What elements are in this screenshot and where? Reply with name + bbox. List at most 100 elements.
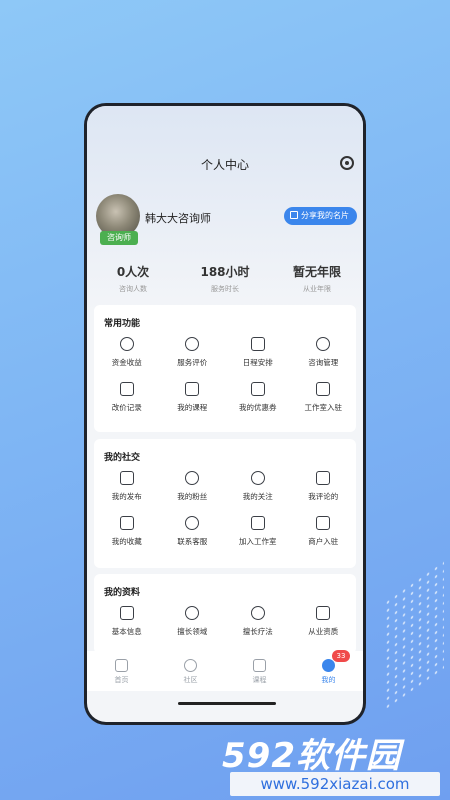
my-profile-card: 我的资料 基本信息 擅长领域 擅长疗法 从业资质	[94, 574, 356, 654]
menu-item-merchant-join[interactable]: 商户入驻	[291, 514, 357, 559]
phone-frame: 个人中心 咨询师 韩大大咨询师 分享我的名片 0人次 咨询人数 188小时 服务…	[84, 103, 366, 725]
menu-item-label: 擅长领域	[177, 627, 208, 636]
heart-icon	[250, 471, 265, 485]
stat-experience-years: 暂无年限 从业年限	[271, 263, 363, 294]
briefcase-icon	[250, 516, 265, 530]
course-icon	[253, 659, 266, 672]
menu-item-studio-join[interactable]: 工作室入驻	[291, 380, 357, 425]
house-icon	[316, 382, 331, 396]
tab-label: 首页	[114, 676, 129, 684]
pill-icon	[250, 606, 265, 620]
menu-item-label: 我的关注	[242, 492, 273, 501]
headset-icon	[185, 516, 200, 530]
menu-item-schedule[interactable]: 日程安排	[225, 335, 291, 380]
menu-item-label: 加入工作室	[239, 537, 277, 546]
menu-item-label: 我的发布	[111, 492, 142, 501]
menu-item-label: 从业资质	[308, 627, 339, 636]
book-icon	[185, 382, 200, 396]
notification-badge: 33	[332, 650, 350, 662]
menu-item-price-records[interactable]: 改价记录	[94, 380, 160, 425]
stats-row: 0人次 咨询人数 188小时 服务时长 暂无年限 从业年限	[87, 263, 363, 294]
menu-item-label: 咨询管理	[308, 358, 339, 367]
decorative-dots	[384, 558, 444, 712]
menu-item-basic-info[interactable]: 基本信息	[94, 604, 160, 649]
share-card-button[interactable]: 分享我的名片	[284, 207, 357, 225]
menu-item-earnings[interactable]: 资金收益	[94, 335, 160, 380]
bottom-tab-bar: 首页 社区 课程 我的 33	[87, 650, 363, 691]
menu-item-therapies[interactable]: 擅长疗法	[225, 604, 291, 649]
menu-item-label: 我的课程	[177, 403, 208, 412]
menu-item-service-review[interactable]: 服务评价	[160, 335, 226, 380]
tab-label: 社区	[183, 676, 198, 684]
site-watermark: 592软件园 www.592xiazai.com	[222, 728, 450, 800]
menu-item-consult-manage[interactable]: 咨询管理	[291, 335, 357, 380]
menu-item-expertise[interactable]: 擅长领域	[160, 604, 226, 649]
flower-icon	[185, 337, 200, 351]
share-card-label: 分享我的名片	[301, 211, 349, 220]
section-title: 我的社交	[104, 453, 141, 463]
trophy-icon	[185, 606, 200, 620]
calendar-icon	[250, 337, 265, 351]
menu-item-my-favorites[interactable]: 我的收藏	[94, 514, 160, 559]
stat-service-hours: 188小时 服务时长	[179, 263, 271, 294]
menu-item-qualifications[interactable]: 从业资质	[291, 604, 357, 649]
menu-item-my-follows[interactable]: 我的关注	[225, 469, 291, 514]
menu-item-my-courses[interactable]: 我的课程	[160, 380, 226, 425]
menu-item-label: 我评论的	[308, 492, 339, 501]
tab-home[interactable]: 首页	[87, 651, 156, 691]
menu-item-join-studio[interactable]: 加入工作室	[225, 514, 291, 559]
menu-item-label: 改价记录	[111, 403, 142, 412]
tab-label: 我的	[321, 676, 336, 684]
menu-item-label: 基本信息	[111, 627, 142, 636]
send-icon	[119, 471, 134, 485]
share-card-icon	[290, 211, 298, 219]
watermark-url: www.592xiazai.com	[230, 772, 440, 796]
tab-courses[interactable]: 课程	[225, 651, 294, 691]
menu-item-label: 我的收藏	[111, 537, 142, 546]
menu-item-label: 我的优惠券	[239, 403, 277, 412]
tab-label: 课程	[252, 676, 267, 684]
menu-item-customer-service[interactable]: 联系客服	[160, 514, 226, 559]
comment-icon	[316, 471, 331, 485]
menu-item-label: 擅长疗法	[242, 627, 273, 636]
stat-label: 咨询人数	[119, 285, 147, 293]
stat-label: 从业年限	[303, 285, 331, 293]
user-icon	[185, 471, 200, 485]
common-functions-card: 常用功能 资金收益 服务评价 日程安排 咨询管理 改价记录 我的课程 我的优惠券…	[94, 305, 356, 432]
menu-item-label: 我的粉丝	[177, 492, 208, 501]
menu-item-label: 日程安排	[242, 358, 273, 367]
menu-item-label: 商户入驻	[308, 537, 339, 546]
store-icon	[316, 516, 331, 530]
home-indicator	[178, 702, 276, 705]
stat-value: 188小时	[200, 265, 250, 279]
section-title: 常用功能	[104, 319, 141, 329]
app-screen: 个人中心 咨询师 韩大大咨询师 分享我的名片 0人次 咨询人数 188小时 服务…	[87, 106, 363, 722]
profile-icon	[322, 659, 335, 672]
chat-search-icon	[316, 337, 331, 351]
menu-item-my-coupons[interactable]: 我的优惠券	[225, 380, 291, 425]
tab-community[interactable]: 社区	[156, 651, 225, 691]
menu-item-label: 工作室入驻	[304, 403, 343, 412]
folder-icon	[119, 516, 134, 530]
settings-gear-icon[interactable]	[340, 156, 354, 170]
id-card-icon	[119, 606, 134, 620]
menu-item-my-fans[interactable]: 我的粉丝	[160, 469, 226, 514]
coupon-icon	[250, 382, 265, 396]
tab-mine[interactable]: 我的 33	[294, 650, 363, 691]
planet-icon	[184, 659, 197, 672]
stat-label: 服务时长	[211, 285, 239, 293]
menu-item-my-posts[interactable]: 我的发布	[94, 469, 160, 514]
watermark-logo: 592软件园	[222, 736, 401, 776]
stat-consult-count: 0人次 咨询人数	[87, 263, 179, 294]
coin-icon	[119, 337, 134, 351]
page-title: 个人中心	[200, 158, 249, 172]
menu-item-my-comments[interactable]: 我评论的	[291, 469, 357, 514]
my-social-card: 我的社交 我的发布 我的粉丝 我的关注 我评论的 我的收藏 联系客服 加入工作室…	[94, 439, 356, 568]
stat-value: 暂无年限	[292, 265, 341, 279]
certificate-icon	[316, 606, 331, 620]
role-badge: 咨询师	[100, 231, 138, 245]
menu-item-label: 服务评价	[177, 358, 208, 367]
menu-item-label: 联系客服	[177, 537, 208, 546]
menu-item-label: 资金收益	[111, 358, 142, 367]
user-name: 韩大大咨询师	[145, 212, 211, 225]
